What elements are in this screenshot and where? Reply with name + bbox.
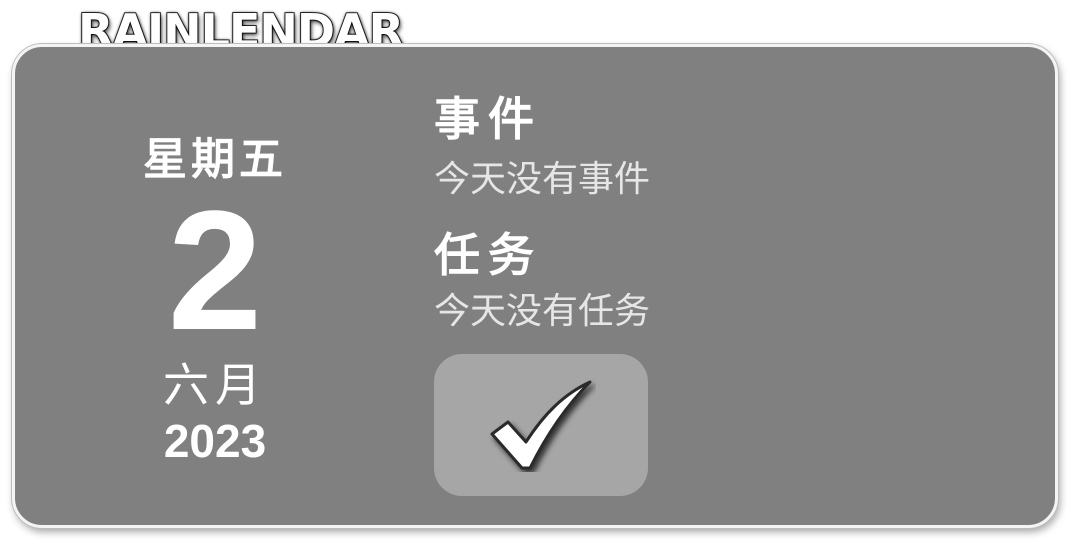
events-heading: 事件 xyxy=(434,92,542,146)
day-number: 2 xyxy=(167,176,263,366)
events-empty-text: 今天没有事件 xyxy=(434,159,651,200)
month-label: 六月 xyxy=(163,358,267,412)
tasks-empty-text: 今天没有任务 xyxy=(434,291,651,332)
tasks-heading: 任务 xyxy=(434,228,542,282)
done-button[interactable] xyxy=(434,354,648,496)
year-label: 2023 xyxy=(163,415,267,467)
checkmark-icon xyxy=(490,380,592,470)
